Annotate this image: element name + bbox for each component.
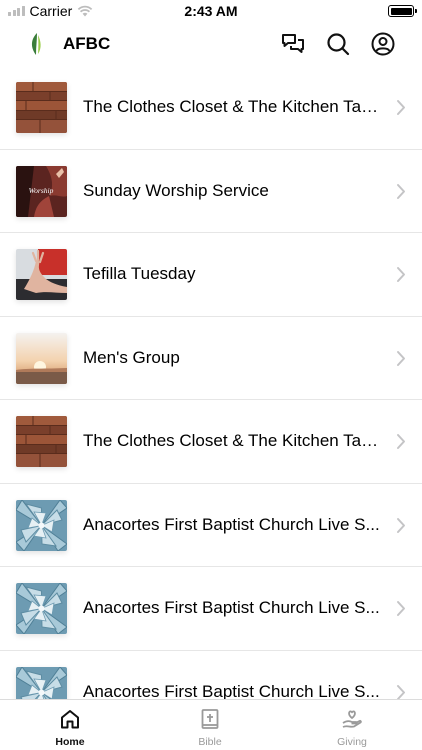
list-item[interactable]: Anacortes First Baptist Church Live S... bbox=[0, 567, 422, 651]
search-icon[interactable] bbox=[325, 31, 351, 57]
list-item[interactable]: Men's Group bbox=[0, 317, 422, 400]
tab-bible-label: Bible bbox=[198, 736, 222, 748]
app-title: AFBC bbox=[63, 34, 111, 53]
list-item[interactable]: Tefilla Tuesday bbox=[0, 233, 422, 317]
chevron-right-icon bbox=[396, 600, 406, 617]
chat-icon[interactable] bbox=[280, 31, 306, 57]
item-thumbnail bbox=[16, 583, 67, 634]
chevron-right-icon bbox=[396, 350, 406, 367]
tab-giving-label: Giving bbox=[337, 736, 367, 748]
item-thumbnail bbox=[16, 332, 67, 384]
bible-icon bbox=[199, 708, 221, 730]
app-screen: Carrier 2:43 AM AFBC The Clothes Closet … bbox=[0, 0, 422, 750]
tab-giving[interactable]: Giving bbox=[282, 700, 422, 750]
content-list: The Clothes Closet & The Kitchen Table W… bbox=[0, 66, 422, 699]
item-thumbnail bbox=[16, 249, 67, 300]
status-time: 2:43 AM bbox=[184, 3, 238, 19]
item-thumbnail bbox=[16, 499, 67, 551]
home-icon bbox=[59, 708, 81, 730]
item-title: Men's Group bbox=[83, 347, 180, 367]
item-title: Anacortes First Baptist Church Live S... bbox=[83, 598, 380, 617]
item-thumbnail bbox=[16, 82, 67, 133]
chevron-right-icon bbox=[396, 99, 406, 116]
worship-thumb-text: Worship bbox=[29, 186, 54, 195]
item-title: Anacortes First Baptist Church Live S... bbox=[83, 681, 380, 700]
item-title: The Clothes Closet & The Kitchen Table bbox=[83, 97, 383, 116]
list-item[interactable]: Anacortes First Baptist Church Live S... bbox=[0, 484, 422, 567]
chevron-right-icon bbox=[396, 183, 406, 200]
tab-bible[interactable]: Bible bbox=[140, 700, 280, 750]
chevron-right-icon bbox=[396, 266, 406, 283]
item-title: Sunday Worship Service bbox=[83, 180, 269, 200]
item-thumbnail bbox=[16, 666, 67, 699]
church-logo-icon bbox=[31, 33, 41, 55]
list-item[interactable]: Worship Sunday Worship Service bbox=[0, 150, 422, 233]
app-header: AFBC bbox=[0, 22, 422, 66]
list-item[interactable]: The Clothes Closet & The Kitchen Table bbox=[0, 66, 422, 150]
chevron-right-icon bbox=[396, 517, 406, 534]
tab-bar: Home Bible Giving bbox=[0, 699, 422, 750]
battery-icon bbox=[388, 5, 417, 17]
profile-icon[interactable] bbox=[370, 31, 396, 57]
tab-home[interactable]: Home bbox=[0, 700, 140, 750]
chevron-right-icon bbox=[396, 433, 406, 450]
tab-home-label: Home bbox=[55, 736, 85, 748]
item-title: The Clothes Closet & The Kitchen Table bbox=[83, 431, 383, 450]
chevron-right-icon bbox=[396, 684, 406, 699]
item-thumbnail: Worship bbox=[16, 165, 67, 217]
giving-icon bbox=[341, 708, 363, 730]
status-bar: Carrier 2:43 AM bbox=[0, 0, 422, 22]
list-item[interactable]: The Clothes Closet & The Kitchen Table bbox=[0, 400, 422, 484]
item-thumbnail bbox=[16, 416, 67, 467]
item-title: Anacortes First Baptist Church Live S... bbox=[83, 514, 380, 534]
item-title: Tefilla Tuesday bbox=[83, 264, 196, 283]
list-item[interactable]: Anacortes First Baptist Church Live S... bbox=[0, 651, 422, 700]
